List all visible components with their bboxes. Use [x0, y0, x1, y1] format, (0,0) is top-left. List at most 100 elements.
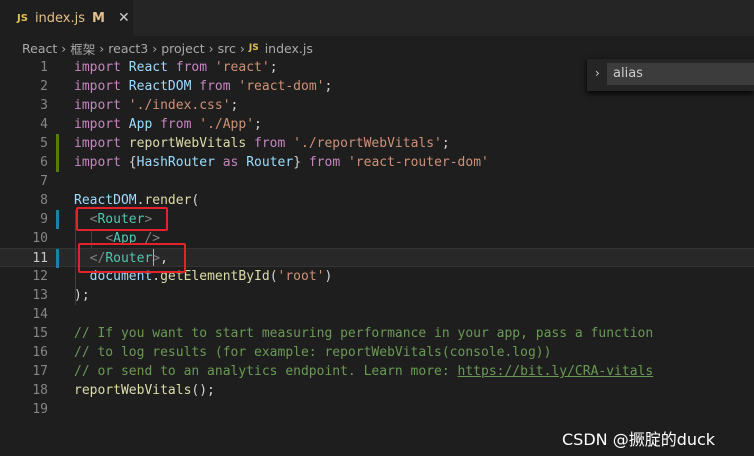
code-line[interactable]: 18 reportWebVitals(); [0, 381, 754, 400]
line-number: 8 [40, 193, 48, 208]
code-token: './index.css' [120, 98, 231, 113]
gutter-change-marker[interactable] [56, 134, 59, 153]
line-number: 1 [40, 60, 48, 75]
code-token: // If you want to start measuring perfor… [74, 326, 654, 341]
watermark: CSDN @撅腚的duck [562, 430, 716, 449]
line-number: 2 [40, 79, 48, 94]
code-token: './reportWebVitals' [285, 136, 442, 151]
close-icon[interactable]: ✕ [118, 10, 130, 26]
line-number: 16 [32, 345, 48, 360]
code-token: from [167, 60, 208, 75]
breadcrumb-item[interactable]: src [218, 41, 236, 56]
find-widget: › alias [587, 59, 754, 91]
code-token: ( [269, 269, 278, 284]
code-token: ; [230, 98, 239, 113]
code-token: HashRouter [136, 155, 215, 170]
code-token: render [144, 193, 192, 208]
breadcrumb-item[interactable]: React [22, 41, 57, 56]
code-token: 'root' [277, 269, 325, 284]
code-line[interactable]: 14 [0, 305, 754, 324]
js-file-icon: JS [248, 43, 259, 53]
code-text: import React from 'react'; [74, 58, 278, 77]
code-token: from [191, 79, 231, 94]
line-number: 3 [40, 98, 48, 113]
code-token: ; [324, 79, 333, 94]
code-token: React [120, 60, 168, 75]
code-text: // If you want to start measuring perfor… [74, 324, 653, 343]
breadcrumb-item[interactable]: project [161, 41, 204, 56]
code-text: reportWebVitals(); [74, 381, 215, 400]
code-line[interactable]: 17 // or send to an analytics endpoint. L… [0, 362, 754, 381]
highlight-box-router-open [76, 207, 168, 231]
line-number: 4 [40, 117, 48, 132]
code-token: './App' [191, 117, 255, 132]
code-token: reportWebVitals [120, 136, 247, 151]
code-token: as [214, 155, 239, 170]
tab-bar: JS index.js M ✕ [0, 0, 754, 36]
code-token: ReactDOM [120, 79, 192, 94]
line-number: 18 [32, 383, 48, 398]
tab-filename: index.js [34, 10, 86, 26]
line-number: 11 [32, 251, 48, 266]
code-token: { [120, 155, 137, 170]
line-number: 15 [32, 326, 48, 341]
code-token: https://bit.ly/CRA-vitals [457, 364, 654, 379]
line-number: 7 [40, 174, 48, 189]
code-line[interactable]: 16 // to log results (for example: report… [0, 343, 754, 362]
code-token: } [293, 155, 302, 170]
line-number: 10 [32, 231, 48, 246]
gutter-change-marker[interactable] [56, 153, 59, 172]
code-token: ); [74, 288, 90, 303]
code-token: 'react-dom' [230, 79, 325, 94]
breadcrumb: React › 框架 › react3 › project › src › JS… [22, 38, 313, 58]
breadcrumb-item[interactable]: react3 [108, 41, 148, 56]
code-line[interactable]: 7 [0, 172, 754, 191]
code-token: reportWebVitals [74, 383, 192, 398]
gutter-change-marker[interactable] [56, 249, 59, 268]
chevron-right-icon[interactable]: › [595, 66, 600, 80]
code-token: from [152, 117, 192, 132]
code-token: import [74, 79, 121, 94]
code-line[interactable]: 5 import reportWebVitals from './reportWe… [0, 134, 754, 153]
chevron-right-icon: › [239, 40, 245, 56]
code-token: import [74, 136, 121, 151]
code-text: // to log results (for example: reportWe… [74, 343, 551, 362]
tab-index-js[interactable]: JS index.js M ✕ [0, 0, 133, 36]
line-number: 9 [40, 212, 48, 227]
line-number: 12 [32, 269, 48, 284]
code-token: import [74, 155, 121, 170]
line-number: 13 [32, 288, 48, 303]
code-token: 'react' [207, 60, 270, 75]
code-token: from [301, 155, 341, 170]
code-token: ReactDOM [74, 193, 137, 208]
code-text: // or send to an analytics endpoint. Lea… [74, 362, 653, 381]
line-number: 19 [32, 402, 48, 417]
code-token: import [74, 98, 121, 113]
code-token: (); [191, 383, 215, 398]
line-number: 14 [32, 307, 48, 322]
code-token: from [246, 136, 286, 151]
highlight-box-router-close [78, 243, 186, 273]
breadcrumb-file[interactable]: index.js [265, 41, 313, 56]
code-token: // or send to an analytics endpoint. Lea… [74, 364, 458, 379]
code-text: import reportWebVitals from './reportWeb… [74, 134, 450, 153]
code-token: ) [324, 269, 333, 284]
gutter-change-marker[interactable] [56, 210, 59, 229]
chevron-right-icon: › [61, 40, 67, 56]
code-line[interactable]: 4 import App from './App'; [0, 115, 754, 134]
code-token: ; [441, 136, 450, 151]
line-number: 6 [40, 155, 48, 170]
find-input[interactable]: alias [607, 63, 754, 85]
code-token: App [120, 117, 153, 132]
code-line[interactable]: 6 import {HashRouter as Router} from 'rea… [0, 153, 754, 172]
code-line[interactable]: 19 [0, 400, 754, 419]
code-token: Router [238, 155, 294, 170]
code-token: ( [191, 193, 200, 208]
breadcrumb-item[interactable]: 框架 [70, 39, 95, 58]
code-line[interactable]: 13); [0, 286, 754, 305]
code-text: import './index.css'; [74, 96, 238, 115]
code-line[interactable]: 3 import './index.css'; [0, 96, 754, 115]
modified-indicator: M [92, 10, 105, 26]
code-line[interactable]: 15 // If you want to start measuring perf… [0, 324, 754, 343]
code-token: import [74, 117, 121, 132]
